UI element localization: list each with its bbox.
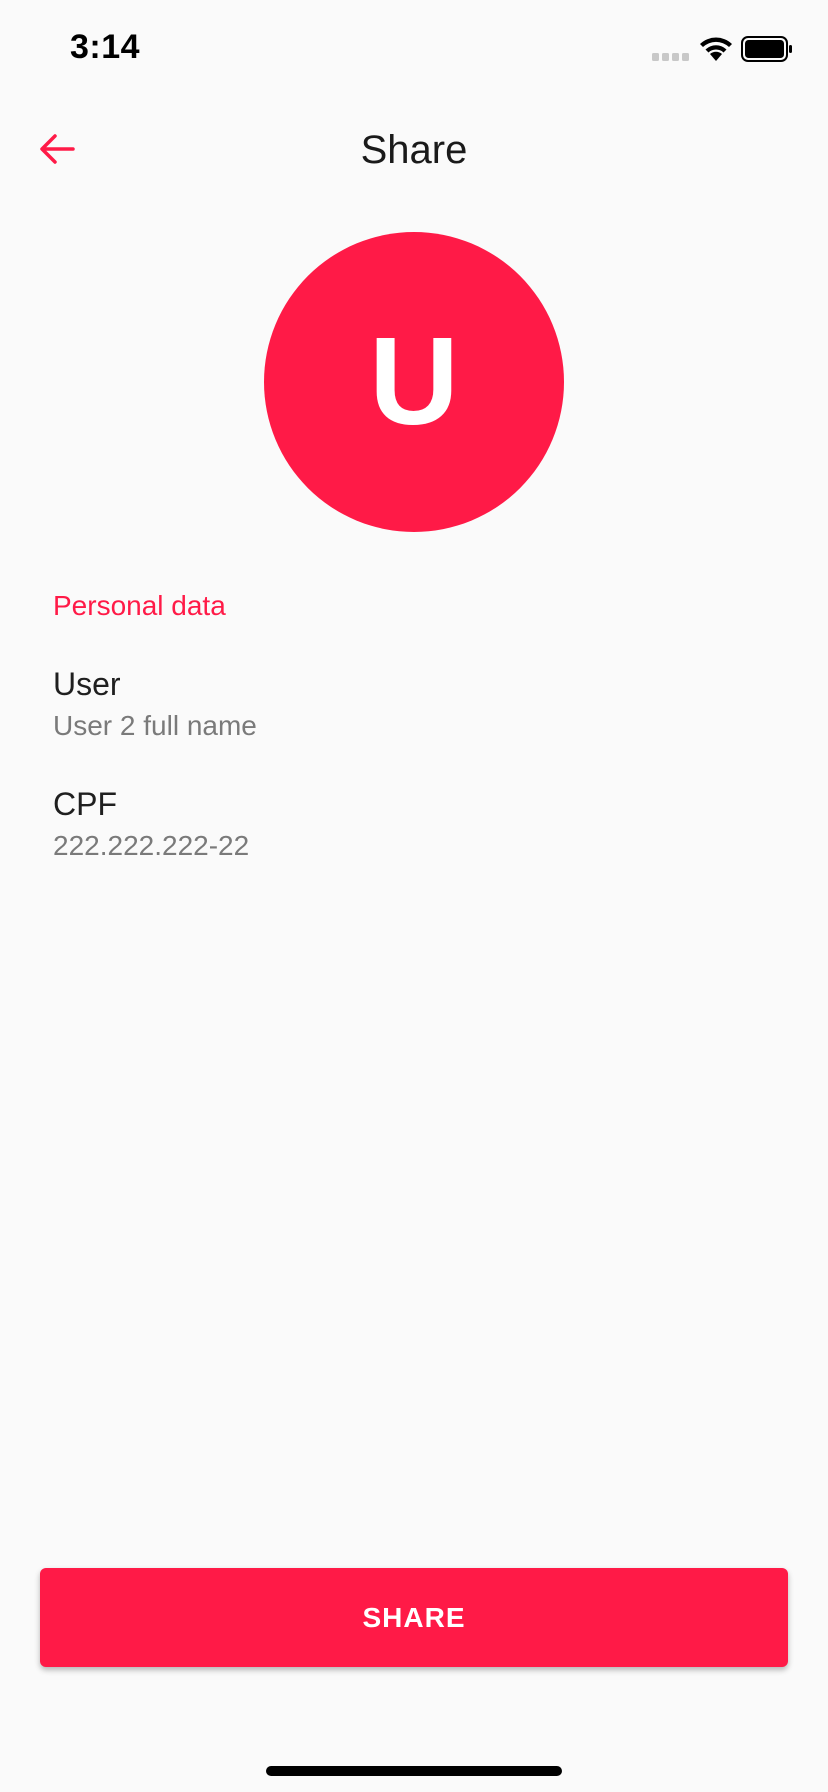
page-title: Share [360,128,468,172]
field-cpf: CPF 222.222.222-22 [53,782,249,866]
field-label: CPF [53,786,117,822]
field-label: User [53,666,121,702]
avatar: U [264,232,564,532]
share-button-label: SHARE [362,1601,466,1633]
status-bar: 3:14 [0,0,828,100]
share-button[interactable]: SHARE [40,1568,788,1667]
field-value: 222.222.222-22 [53,830,250,861]
avatar-initial: U [369,313,459,451]
section-title-personal-data: Personal data [53,590,226,621]
status-time: 3:14 [70,28,141,66]
home-indicator[interactable] [266,1766,562,1776]
field-user: User User 2 full name [53,662,257,746]
wifi-icon [700,37,732,61]
field-value: User 2 full name [53,710,257,741]
battery-icon [741,36,792,62]
app-bar: Share [0,100,828,204]
signal-icon [652,53,689,61]
